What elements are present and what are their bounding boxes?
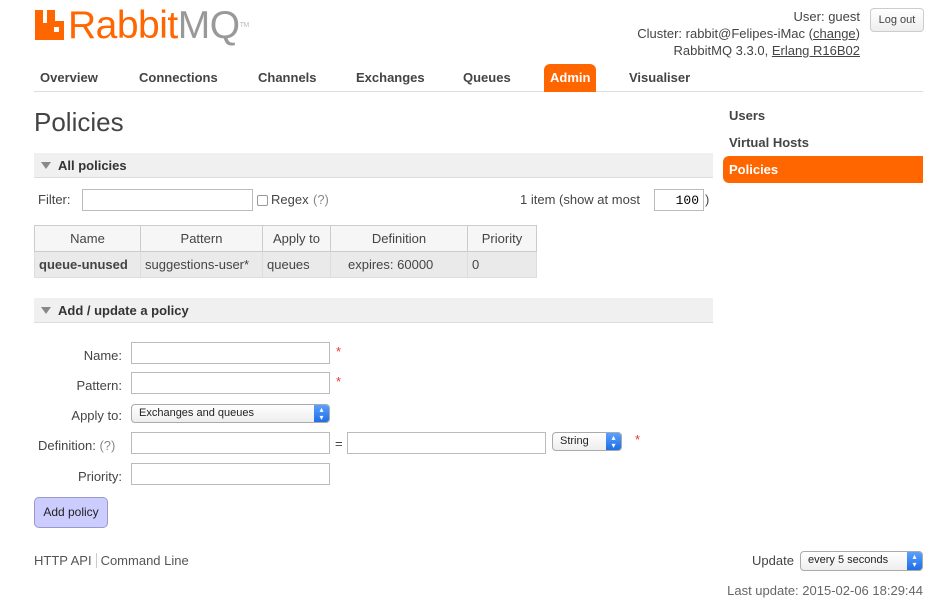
regex-help-link[interactable]: (?) (313, 192, 329, 207)
rabbitmq-logo-icon (35, 10, 64, 40)
column-header-pattern: Pattern (140, 225, 263, 252)
tab-queues[interactable]: Queues (463, 64, 511, 92)
required-marker: * (635, 432, 641, 447)
item-count-text: 1 item (show at most (520, 192, 640, 207)
add-policy-button[interactable]: Add policy (34, 497, 108, 528)
policy-pattern: suggestions-user* (140, 251, 263, 278)
select-arrows-icon: ▴ ▾ (907, 552, 922, 570)
http-api-link[interactable]: HTTP API (34, 553, 92, 568)
tab-channels[interactable]: Channels (258, 64, 317, 92)
tab-overview[interactable]: Overview (40, 64, 98, 92)
logout-button[interactable]: Log out (870, 8, 924, 32)
collapse-triangle-icon (41, 162, 51, 169)
item-count-close: ) (705, 192, 710, 207)
show-at-most-input[interactable] (654, 189, 704, 211)
definition-label: Definition: (?) (38, 438, 116, 453)
policy-definition: expires: 60000 (330, 251, 468, 278)
required-marker: * (336, 344, 342, 359)
table-row[interactable]: queue-unused suggestions-user* queues ex… (34, 251, 537, 278)
sidebar-item-virtual-hosts[interactable]: Virtual Hosts (723, 129, 923, 156)
regex-checkbox[interactable] (257, 195, 268, 206)
policy-priority: 0 (467, 251, 537, 278)
tab-connections[interactable]: Connections (139, 64, 218, 92)
cluster-name: rabbit@Felipes-iMac (685, 26, 806, 41)
column-header-definition: Definition (330, 225, 468, 252)
policy-apply-to: queues (262, 251, 331, 278)
apply-to-value: Exchanges and queues (139, 407, 254, 419)
definition-type-select[interactable]: String ▴ ▾ (552, 432, 622, 451)
equals-sign: = (335, 436, 343, 451)
select-arrows-icon: ▴ ▾ (606, 433, 621, 450)
definition-key-input[interactable] (131, 432, 330, 454)
priority-label: Priority: (77, 469, 122, 484)
last-update-text: Last update: 2015-02-06 18:29:44 (727, 583, 923, 598)
definition-value-input[interactable] (347, 432, 546, 454)
user-info: User: guest Cluster: rabbit@Felipes-iMac… (637, 9, 860, 58)
all-policies-title: All policies (58, 158, 127, 173)
version-text: RabbitMQ 3.3.0, (673, 43, 769, 58)
select-arrows-icon: ▴ ▾ (314, 405, 329, 422)
policy-pattern-input[interactable] (131, 372, 330, 394)
brand-logo: RabbitMQTM (68, 4, 249, 47)
table-header-row: Name Pattern Apply to Definition Priorit… (34, 225, 537, 252)
policy-name-input[interactable] (131, 342, 330, 364)
column-header-apply-to: Apply to (262, 225, 331, 252)
name-label: Name: (83, 348, 122, 363)
tab-exchanges[interactable]: Exchanges (356, 64, 425, 92)
filter-label: Filter: (38, 192, 71, 207)
column-header-priority: Priority (467, 225, 537, 252)
required-marker: * (336, 374, 342, 389)
policies-table: Name Pattern Apply to Definition Priorit… (34, 225, 537, 278)
regex-label: Regex (271, 192, 309, 207)
user-name: guest (828, 9, 860, 24)
update-interval-select[interactable]: every 5 seconds ▴ ▾ (800, 551, 923, 571)
sidebar-item-policies[interactable]: Policies (723, 156, 923, 183)
user-label: User: (793, 9, 825, 24)
pattern-label: Pattern: (76, 378, 122, 393)
policy-name-link[interactable]: queue-unused (34, 251, 141, 278)
collapse-triangle-icon (41, 307, 51, 314)
definition-help-link[interactable]: (?) (99, 438, 115, 453)
cluster-label: Cluster: (637, 26, 683, 41)
apply-to-select[interactable]: Exchanges and queues ▴ ▾ (131, 404, 330, 423)
command-line-link[interactable]: Command Line (101, 553, 189, 568)
update-label: Update (752, 553, 794, 568)
erlang-version: Erlang R16B02 (771, 43, 860, 58)
add-policy-title: Add / update a policy (58, 303, 189, 318)
definition-type-value: String (560, 435, 589, 447)
apply-to-label: Apply to: (71, 408, 122, 423)
tab-admin[interactable]: Admin (544, 64, 597, 92)
tab-visualiser[interactable]: Visualiser (629, 64, 690, 92)
column-header-name: Name (34, 225, 141, 252)
sidebar-item-users[interactable]: Users (723, 102, 923, 129)
filter-input[interactable] (82, 189, 253, 211)
all-policies-header[interactable]: All policies (34, 153, 713, 178)
page-title: Policies (34, 107, 124, 137)
main-nav: Overview Connections Channels Exchanges … (34, 64, 923, 92)
footer-links: HTTP API Command Line (34, 553, 189, 568)
change-cluster-link[interactable]: change (813, 26, 856, 41)
update-interval-value: every 5 seconds (808, 554, 889, 566)
priority-input[interactable] (131, 463, 330, 485)
add-policy-header[interactable]: Add / update a policy (34, 298, 713, 323)
